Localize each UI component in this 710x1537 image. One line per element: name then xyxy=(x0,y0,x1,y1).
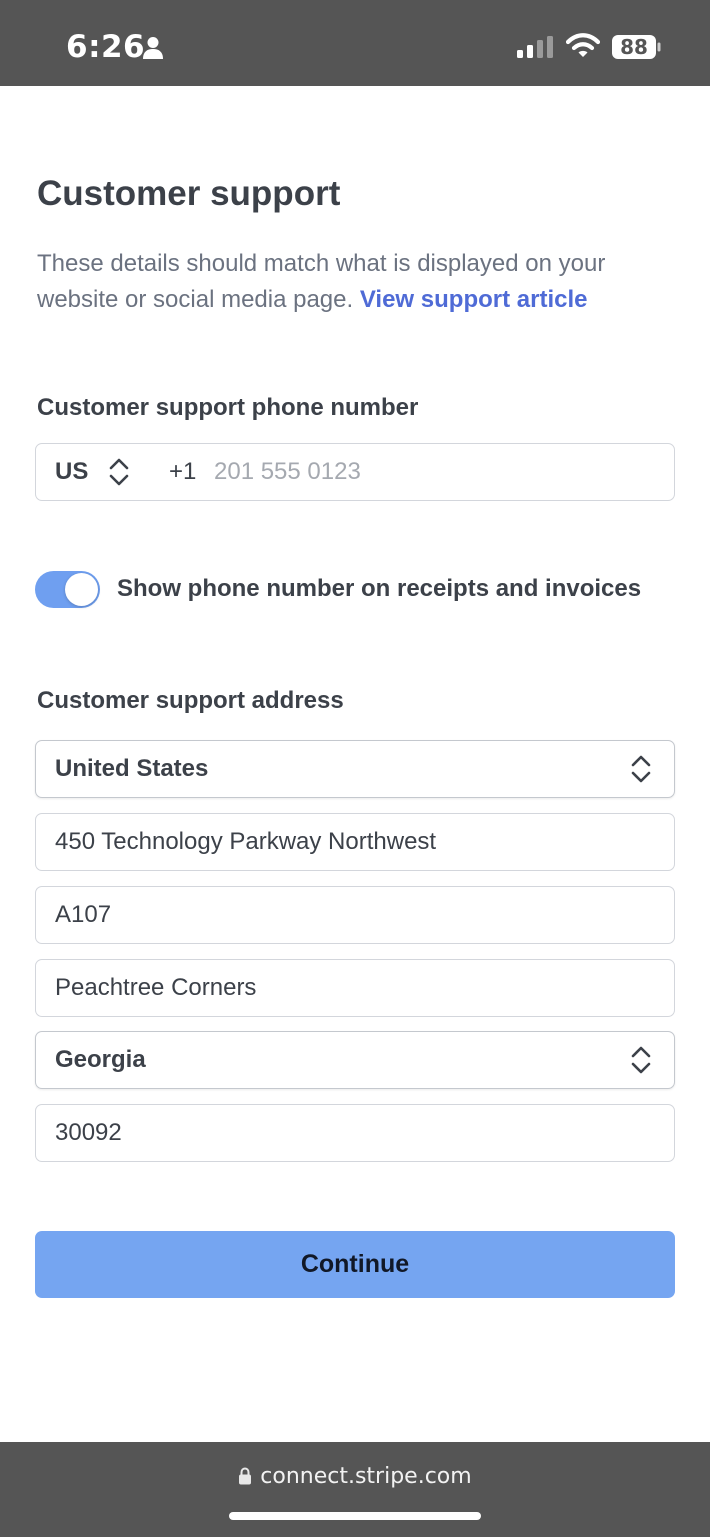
zip-code-input[interactable]: 30092 xyxy=(35,1104,675,1162)
show-phone-toggle-label: Show phone number on receipts and invoic… xyxy=(117,575,642,602)
zip-code-value: 30092 xyxy=(55,1119,122,1146)
home-indicator[interactable] xyxy=(229,1512,481,1520)
lock-icon xyxy=(239,1467,252,1485)
address-line2-value: A107 xyxy=(55,901,112,928)
view-support-article-link[interactable]: View support article xyxy=(360,286,588,313)
show-phone-toggle[interactable] xyxy=(35,571,100,608)
city-input[interactable]: Peachtree Corners xyxy=(35,959,675,1017)
page-title: Customer support xyxy=(37,174,341,213)
country-select[interactable]: United States xyxy=(35,740,675,798)
chevron-up-down-icon xyxy=(631,1046,651,1074)
phone-number-field: US +1 xyxy=(35,443,675,501)
address-bar[interactable]: connect.stripe.com xyxy=(0,1464,710,1489)
address-line2-input[interactable]: A107 xyxy=(35,886,675,944)
state-select[interactable]: Georgia xyxy=(35,1031,675,1089)
address-line1-value: 450 Technology Parkway Northwest xyxy=(55,828,437,855)
country-select-value: United States xyxy=(55,755,209,782)
phone-number-label: Customer support phone number xyxy=(37,394,419,421)
wifi-icon xyxy=(566,33,600,57)
state-select-value: Georgia xyxy=(55,1046,146,1073)
country-code-select[interactable]: US xyxy=(55,458,88,486)
address-line1-input[interactable]: 450 Technology Parkway Northwest xyxy=(35,813,675,871)
status-bar: 6:26 88 xyxy=(0,0,710,86)
battery-level: 88 xyxy=(620,35,648,59)
phone-number-input[interactable] xyxy=(214,452,654,492)
city-value: Peachtree Corners xyxy=(55,974,257,1001)
browser-bottom-bar: connect.stripe.com xyxy=(0,1442,710,1537)
chevron-up-down-icon xyxy=(631,755,651,783)
url-text: connect.stripe.com xyxy=(260,1464,472,1489)
page-description: These details should match what is displ… xyxy=(37,246,677,318)
toggle-knob xyxy=(65,573,98,606)
chevron-up-down-icon[interactable] xyxy=(107,457,131,487)
continue-button[interactable]: Continue xyxy=(35,1231,675,1298)
status-time: 6:26 xyxy=(66,29,146,65)
dial-code: +1 xyxy=(169,458,197,485)
cellular-signal-icon xyxy=(517,36,553,58)
person-icon xyxy=(143,37,163,59)
address-label: Customer support address xyxy=(37,687,344,714)
